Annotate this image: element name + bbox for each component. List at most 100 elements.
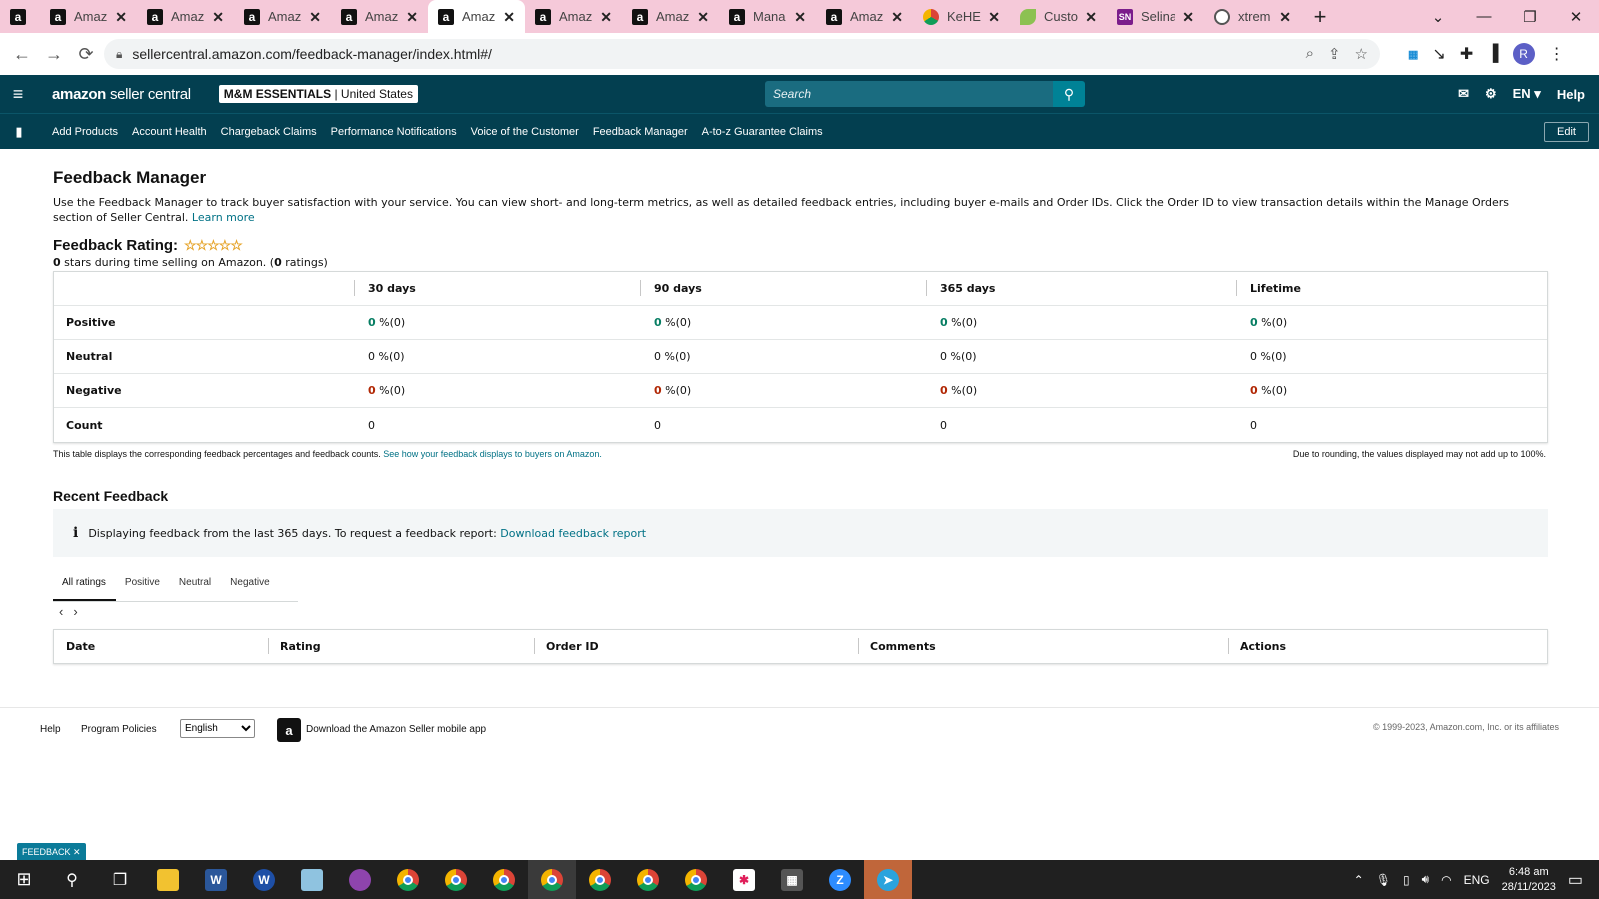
extension-arrow-icon[interactable]: ↘ bbox=[1432, 44, 1445, 64]
col-date[interactable]: Date bbox=[54, 640, 268, 653]
browser-tab[interactable]: a Amaz ✕ bbox=[622, 0, 719, 33]
download-feedback-report-link[interactable]: Download feedback report bbox=[500, 527, 646, 540]
nav-feedback-manager[interactable]: Feedback Manager bbox=[593, 126, 688, 138]
fba-extension-icon[interactable]: ▦ bbox=[1408, 48, 1418, 61]
close-icon[interactable]: ✕ bbox=[212, 9, 224, 26]
share-icon[interactable]: ⇪ bbox=[1328, 45, 1341, 63]
chrome-icon[interactable] bbox=[528, 860, 576, 899]
microphone-icon[interactable]: 🎙︎ bbox=[1376, 873, 1391, 887]
browser-tab[interactable]: KeHE ✕ bbox=[913, 0, 1010, 33]
zoom-app-icon[interactable]: Z bbox=[816, 860, 864, 899]
browser-tab[interactable]: SN Selina ✕ bbox=[1107, 0, 1204, 33]
extensions-puzzle-icon[interactable]: ✚ bbox=[1460, 44, 1473, 64]
chevron-right-icon[interactable]: › bbox=[73, 604, 77, 619]
app-download-link[interactable]: Download the Amazon Seller mobile app bbox=[306, 724, 486, 735]
calculator-icon[interactable]: ▦ bbox=[768, 860, 816, 899]
feedback-badge[interactable]: FEEDBACK ✕ bbox=[17, 843, 86, 861]
browser-tab[interactable]: a Amaz ✕ bbox=[428, 0, 525, 33]
hamburger-menu-icon[interactable]: ≡ bbox=[0, 84, 36, 105]
close-icon[interactable]: ✕ bbox=[406, 9, 418, 26]
tab-search-icon[interactable]: ⌄ bbox=[1415, 0, 1461, 33]
mail-icon[interactable]: ✉ bbox=[1458, 86, 1469, 102]
nav-add-products[interactable]: Add Products bbox=[52, 126, 118, 138]
telegram-icon[interactable]: ➤ bbox=[864, 860, 912, 899]
program-policies-link[interactable]: Program Policies bbox=[81, 724, 157, 735]
col-comments[interactable]: Comments bbox=[858, 638, 1228, 654]
bookmark-icon[interactable]: ▮ bbox=[0, 124, 38, 140]
browser-tab[interactable]: a Amaz ✕ bbox=[331, 0, 428, 33]
browser-tab[interactable]: xtrem ✕ bbox=[1204, 0, 1301, 33]
restore-icon[interactable]: ❐ bbox=[1507, 0, 1553, 33]
chevron-left-icon[interactable]: ‹ bbox=[59, 604, 63, 619]
writer-icon[interactable]: W bbox=[240, 860, 288, 899]
reload-icon[interactable]: ⟳ bbox=[70, 44, 102, 65]
search-icon[interactable]: ⚲ bbox=[1053, 81, 1085, 107]
chrome-icon[interactable] bbox=[384, 860, 432, 899]
language-indicator[interactable]: ENG bbox=[1464, 873, 1490, 887]
chrome-icon[interactable] bbox=[672, 860, 720, 899]
close-icon[interactable]: ✕ bbox=[600, 9, 612, 26]
chrome-icon[interactable] bbox=[480, 860, 528, 899]
word-icon[interactable]: W bbox=[192, 860, 240, 899]
browser-tab[interactable]: a Amaz ✕ bbox=[137, 0, 234, 33]
language-selector[interactable]: EN ▾ bbox=[1513, 86, 1541, 102]
notification-icon[interactable]: ▭ bbox=[1568, 870, 1583, 890]
browser-tab[interactable]: a bbox=[0, 0, 40, 33]
close-icon[interactable]: ✕ bbox=[697, 9, 709, 26]
battery-icon[interactable]: ▯ bbox=[1403, 873, 1410, 887]
chevron-up-icon[interactable]: ⌃ bbox=[1354, 873, 1364, 887]
window-close-icon[interactable]: ✕ bbox=[1553, 0, 1599, 33]
forward-icon[interactable]: → bbox=[38, 44, 70, 65]
col-rating[interactable]: Rating bbox=[268, 638, 534, 654]
tab-positive[interactable]: Positive bbox=[116, 572, 170, 601]
browser-tab[interactable]: a Mana ✕ bbox=[719, 0, 816, 33]
nav-voice-of-the-customer[interactable]: Voice of the Customer bbox=[471, 126, 579, 138]
close-icon[interactable]: ✕ bbox=[115, 9, 127, 26]
learn-more-link[interactable]: Learn more bbox=[192, 211, 255, 224]
windows-start-icon[interactable]: ⊞ bbox=[0, 860, 48, 899]
close-icon[interactable]: ✕ bbox=[309, 9, 321, 26]
help-link[interactable]: Help bbox=[1557, 87, 1585, 102]
zoom-icon[interactable]: ⌕ bbox=[1306, 45, 1314, 63]
close-icon[interactable]: ✕ bbox=[503, 9, 515, 26]
footer-language-select[interactable]: English bbox=[180, 719, 255, 738]
browser-tab[interactable]: a Amaz ✕ bbox=[816, 0, 913, 33]
task-view-icon[interactable]: ❐ bbox=[96, 860, 144, 899]
close-icon[interactable]: ✕ bbox=[988, 9, 1000, 26]
browser-tab[interactable]: a Amaz ✕ bbox=[40, 0, 137, 33]
app-icon-purple[interactable] bbox=[336, 860, 384, 899]
tab-negative[interactable]: Negative bbox=[221, 572, 279, 601]
chrome-icon[interactable] bbox=[624, 860, 672, 899]
chrome-icon[interactable] bbox=[576, 860, 624, 899]
slack-icon[interactable]: ✱ bbox=[720, 860, 768, 899]
wifi-icon[interactable]: ◠ bbox=[1441, 873, 1451, 887]
volume-icon[interactable]: 🔊︎ bbox=[1422, 872, 1430, 887]
browser-tab[interactable]: a Amaz ✕ bbox=[234, 0, 331, 33]
browser-menu-icon[interactable]: ⋮ bbox=[1549, 44, 1565, 64]
close-icon[interactable]: ✕ bbox=[1182, 9, 1194, 26]
address-bar[interactable]: 🔒︎ sellercentral.amazon.com/feedback-man… bbox=[104, 39, 1380, 69]
close-icon[interactable]: ✕ bbox=[1085, 9, 1097, 26]
browser-tab[interactable]: Custo ✕ bbox=[1010, 0, 1107, 33]
col-actions[interactable]: Actions bbox=[1228, 638, 1286, 654]
new-tab-icon[interactable]: + bbox=[1301, 0, 1339, 33]
profile-avatar[interactable]: R bbox=[1512, 43, 1535, 65]
search-input[interactable]: Search bbox=[765, 81, 1053, 107]
tab-all-ratings[interactable]: All ratings bbox=[53, 572, 116, 601]
store-switcher[interactable]: M&M ESSENTIALS | United States bbox=[218, 85, 418, 103]
browser-tab[interactable]: a Amaz ✕ bbox=[525, 0, 622, 33]
close-icon[interactable]: ✕ bbox=[794, 9, 806, 26]
seller-central-logo[interactable]: amazon seller central bbox=[52, 86, 191, 103]
close-icon[interactable]: ✕ bbox=[1279, 9, 1291, 26]
clock[interactable]: 6:48 am 28/11/2023 bbox=[1502, 865, 1556, 895]
feedback-display-link[interactable]: See how your feedback displays to buyers… bbox=[383, 449, 602, 459]
edit-nav-button[interactable]: Edit bbox=[1544, 122, 1589, 142]
close-icon[interactable]: ✕ bbox=[891, 9, 903, 26]
tab-neutral[interactable]: Neutral bbox=[170, 572, 221, 601]
bookmark-star-icon[interactable]: ☆ bbox=[1355, 45, 1368, 63]
minimize-icon[interactable]: — bbox=[1461, 0, 1507, 33]
col-order-id[interactable]: Order ID bbox=[534, 638, 858, 654]
gear-icon[interactable]: ⚙ bbox=[1485, 86, 1497, 102]
chrome-icon[interactable] bbox=[432, 860, 480, 899]
nav-chargeback-claims[interactable]: Chargeback Claims bbox=[221, 126, 317, 138]
